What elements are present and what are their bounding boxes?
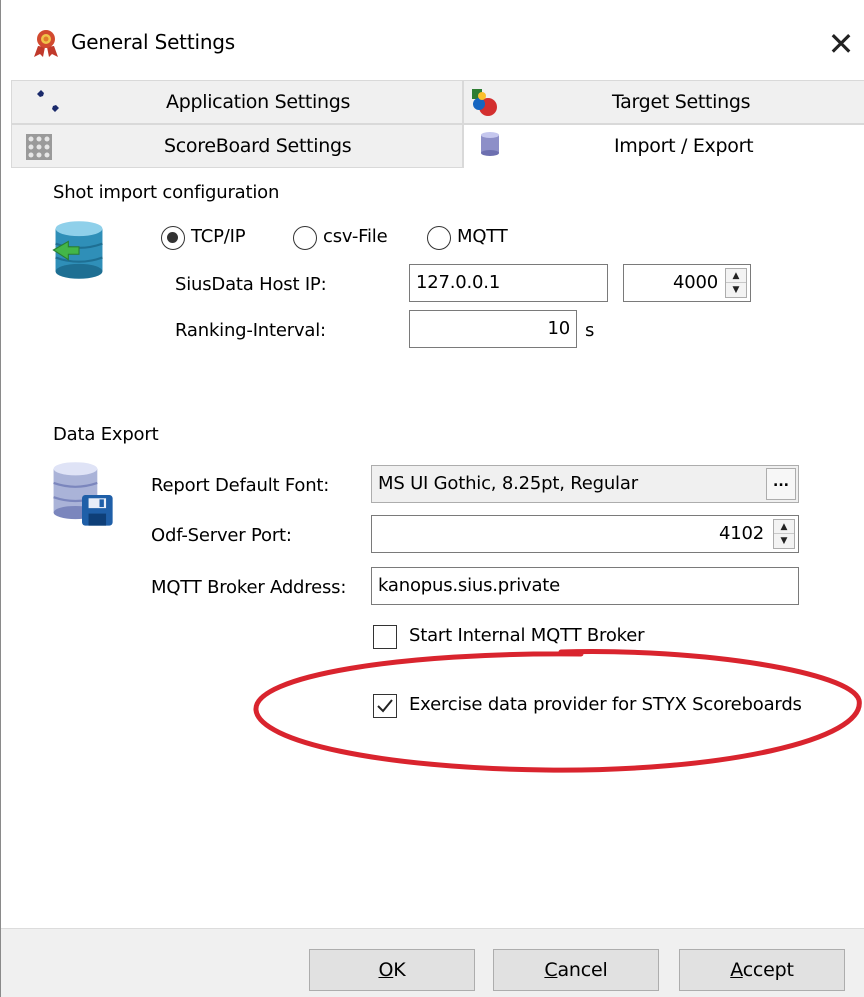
database-import-icon	[52, 221, 103, 279]
spin-up-icon[interactable]: ▲	[726, 269, 746, 283]
font-picker-button[interactable]: ...	[766, 468, 796, 500]
radio-tcp-ip-label: TCP/IP	[191, 226, 246, 247]
cancel-label-rest: ancel	[557, 959, 608, 981]
import-export-panel: Shot import configuration TCP/IP csv-Fil…	[11, 168, 864, 928]
accept-button[interactable]: Accept	[679, 949, 845, 991]
data-export-title: Data Export	[53, 424, 159, 445]
title-bar[interactable]: General Settings ✕	[1, 0, 864, 80]
port-spinner[interactable]: ▲ ▼	[725, 268, 747, 298]
database-save-icon	[53, 462, 113, 526]
ranking-interval-label: Ranking-Interval:	[175, 320, 326, 341]
scoreboard-grid-icon	[26, 134, 52, 160]
tab-strip: Application Settings Target Settings Sco…	[1, 80, 864, 170]
spin-up-icon[interactable]: ▲	[774, 520, 794, 534]
tab-label: Application Settings	[166, 91, 351, 113]
report-font-input[interactable]: MS UI Gothic, 8.25pt, Regular	[371, 465, 799, 503]
styx-provider-checkbox[interactable]	[373, 694, 397, 718]
database-icon	[481, 132, 499, 156]
host-ip-input[interactable]: 127.0.0.1	[409, 264, 608, 302]
close-button[interactable]: ✕	[821, 24, 861, 64]
ok-button[interactable]: OK	[309, 949, 475, 991]
ok-mnemonic: O	[378, 959, 394, 981]
target-shapes-icon	[472, 89, 497, 116]
checkmark-icon	[377, 699, 393, 713]
radio-csv-file-label: csv-File	[323, 226, 388, 247]
tab-scoreboard-settings[interactable]: ScoreBoard Settings	[11, 124, 463, 168]
odf-port-spinner[interactable]: ▲ ▼	[773, 519, 795, 549]
window-title: General Settings	[71, 30, 236, 54]
start-broker-checkbox[interactable]	[373, 625, 397, 649]
tab-label: Import / Export	[614, 135, 754, 157]
ranking-interval-unit: s	[585, 320, 595, 341]
styx-provider-label: Exercise data provider for STYX Scoreboa…	[409, 694, 802, 715]
dialog-footer: OK Cancel Accept	[1, 928, 864, 997]
start-broker-label: Start Internal MQTT Broker	[409, 625, 645, 646]
ranking-interval-input[interactable]: 10	[409, 310, 577, 348]
accept-mnemonic: A	[730, 959, 743, 981]
ribbon-award-icon	[34, 30, 58, 57]
close-icon: ✕	[827, 25, 855, 63]
spin-down-icon[interactable]: ▼	[774, 534, 794, 548]
odf-port-label: Odf-Server Port:	[151, 525, 292, 546]
tab-label: Target Settings	[612, 91, 751, 113]
spin-down-icon[interactable]: ▼	[726, 283, 746, 297]
radio-mqtt[interactable]	[427, 226, 451, 250]
wrench-icon	[37, 90, 59, 112]
radio-mqtt-label: MQTT	[457, 226, 508, 247]
ok-label-rest: K	[393, 959, 406, 981]
general-settings-window: General Settings ✕ Application Settings …	[0, 0, 864, 997]
cancel-mnemonic: C	[544, 959, 558, 981]
mqtt-broker-label: MQTT Broker Address:	[151, 577, 347, 598]
tab-target-settings[interactable]: Target Settings	[463, 80, 864, 124]
tab-label: ScoreBoard Settings	[164, 135, 352, 157]
shot-import-title: Shot import configuration	[53, 182, 280, 203]
report-font-label: Report Default Font:	[151, 475, 330, 496]
accept-label-rest: ccept	[742, 959, 794, 981]
tab-import-export[interactable]: Import / Export	[463, 124, 864, 170]
odf-port-input[interactable]: 4102	[371, 515, 799, 553]
radio-csv-file[interactable]	[293, 226, 317, 250]
tab-application-settings[interactable]: Application Settings	[11, 80, 463, 124]
mqtt-broker-input[interactable]: kanopus.sius.private	[371, 567, 799, 605]
host-ip-label: SiusData Host IP:	[175, 274, 327, 295]
radio-tcp-ip[interactable]	[161, 226, 185, 250]
cancel-button[interactable]: Cancel	[493, 949, 659, 991]
